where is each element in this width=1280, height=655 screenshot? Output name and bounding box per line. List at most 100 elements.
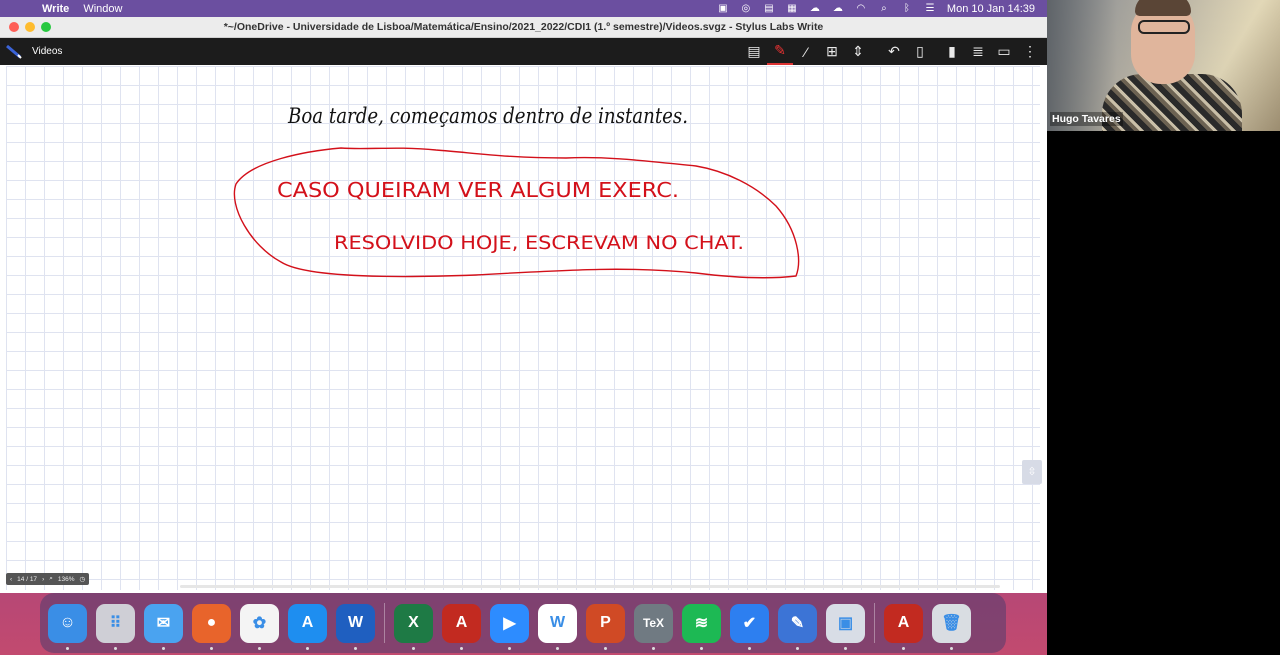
view-icon[interactable]: ▭ bbox=[991, 38, 1017, 65]
page-indicator[interactable]: 14 / 17 bbox=[17, 576, 37, 583]
tasks-icon: ✔ bbox=[742, 615, 757, 632]
dock-app-write[interactable]: W bbox=[538, 603, 577, 650]
photos-icon: ✿ bbox=[252, 615, 267, 632]
insert-space-icon[interactable]: ⇕ bbox=[845, 38, 871, 65]
status-cloud-icon[interactable]: ☁ bbox=[832, 3, 844, 14]
writing-canvas[interactable]: Boa tarde, começamos dentro de instantes… bbox=[6, 66, 1040, 590]
running-indicator bbox=[700, 646, 703, 650]
participant-name: Hugo Tavares bbox=[1050, 112, 1123, 126]
dock-app-finder[interactable]: ☺ bbox=[48, 603, 87, 650]
undo-icon[interactable]: ↶ bbox=[881, 38, 907, 65]
menu-app-name[interactable]: Write bbox=[42, 3, 69, 15]
dock-app-spotify[interactable]: ≋ bbox=[682, 603, 721, 650]
screen: Write Window ▣ ◎ ▤ ▦ ☁ ☁ ◠ ⌕ ᛒ ☰ Mon 10 … bbox=[0, 0, 1280, 655]
more-menu-icon[interactable]: ⋮ bbox=[1017, 38, 1043, 65]
pen-icon: ✎ bbox=[790, 615, 805, 632]
pen-icon bbox=[6, 44, 22, 59]
wifi-icon[interactable]: ◠ bbox=[855, 3, 867, 14]
prev-page-icon[interactable]: ‹ bbox=[10, 576, 12, 583]
status-menus: ▣ ◎ ▤ ▦ ☁ ☁ ◠ ⌕ ᛒ ☰ Mon 10 Jan 14:39 bbox=[717, 0, 1035, 17]
running-indicator bbox=[114, 646, 117, 650]
desktop: Write Window ▣ ◎ ▤ ▦ ☁ ☁ ◠ ⌕ ᛒ ☰ Mon 10 … bbox=[0, 0, 1047, 655]
finder-icon: ☺ bbox=[59, 614, 76, 631]
dock-app-tasks[interactable]: ✔ bbox=[730, 603, 769, 650]
launchpad-icon: ⠿ bbox=[109, 615, 122, 632]
dock-app-preview[interactable]: ▣ bbox=[826, 603, 865, 650]
next-page-icon[interactable]: › bbox=[42, 576, 44, 583]
save-icon[interactable]: ▤ bbox=[741, 38, 767, 65]
close-button[interactable] bbox=[9, 22, 19, 32]
dock-app-trash[interactable]: 🗑 bbox=[932, 603, 971, 650]
dock-separator bbox=[384, 603, 385, 643]
dock-app-firefox[interactable]: ● bbox=[192, 603, 231, 650]
clock-icon[interactable]: ◷ bbox=[80, 575, 86, 583]
participant-video[interactable]: Hugo Tavares bbox=[1047, 0, 1280, 131]
dock-app-word[interactable]: W bbox=[336, 603, 375, 650]
horizontal-scrollbar[interactable] bbox=[180, 585, 1000, 588]
tool-group: ▤ ✎ ⁄ ⊞ ⇕ ↶ ▯ ▮ ≣ ▭ ⋮ bbox=[741, 38, 1043, 65]
dock-app-acrobat[interactable]: A bbox=[442, 603, 481, 650]
status-calendar-icon[interactable]: ▦ bbox=[786, 3, 798, 14]
dock-app-photos[interactable]: ✿ bbox=[240, 603, 279, 650]
running-indicator bbox=[412, 646, 415, 650]
firefox-icon: ● bbox=[206, 614, 217, 631]
dock-app-app-store[interactable]: A bbox=[288, 603, 327, 650]
running-indicator bbox=[354, 646, 357, 650]
tex-icon: TeX bbox=[642, 616, 665, 630]
status-app-icon[interactable]: ▣ bbox=[717, 3, 729, 14]
dock-app-acrobat-reader[interactable]: A bbox=[884, 603, 923, 650]
status-sync-icon[interactable]: ◎ bbox=[740, 3, 752, 14]
pages-icon[interactable]: ≣ bbox=[965, 38, 991, 65]
handwriting-line-2: CASO QUEIRAM VER ALGUM EXERC. bbox=[277, 178, 679, 202]
control-center-icon[interactable]: ☰ bbox=[924, 3, 936, 14]
dock-app-powerpoint[interactable]: P bbox=[586, 603, 625, 650]
trash-icon: 🗑 bbox=[941, 615, 962, 632]
running-indicator bbox=[306, 646, 309, 650]
bluetooth-icon[interactable]: ᛒ bbox=[901, 3, 913, 14]
dock-app-excel[interactable]: X bbox=[394, 603, 433, 650]
dock-app-zoom[interactable]: ▶ bbox=[490, 603, 529, 650]
dock-app-launchpad[interactable]: ⠿ bbox=[96, 603, 135, 650]
mail-icon: ✉ bbox=[156, 615, 171, 632]
spotify-icon: ≋ bbox=[694, 615, 709, 632]
status-word-icon[interactable]: ▤ bbox=[763, 3, 775, 14]
document-tab[interactable]: Videos bbox=[6, 44, 63, 59]
dock: ☺ ⠿ ✉ ● ✿ A W X A ▶ W P TeX ≋ ✔ ✎ ▣ A 🗑 bbox=[40, 593, 1006, 653]
running-indicator bbox=[796, 646, 799, 650]
pen-tool-icon[interactable]: ✎ bbox=[767, 38, 793, 65]
window-title: *~/OneDrive - Universidade de Lisboa/Mat… bbox=[223, 21, 824, 33]
zoom-button[interactable] bbox=[41, 22, 51, 32]
eraser-icon[interactable]: ⁄ bbox=[793, 38, 819, 65]
scroll-handle-icon[interactable]: ⇳ bbox=[1022, 460, 1042, 484]
bookmark-icon[interactable]: ▮ bbox=[939, 38, 965, 65]
dock-app-tex[interactable]: TeX bbox=[634, 603, 673, 650]
acrobat-reader-icon: A bbox=[897, 614, 910, 631]
dock-app-pen[interactable]: ✎ bbox=[778, 603, 817, 650]
document-name: Videos bbox=[32, 46, 63, 57]
running-indicator bbox=[210, 646, 213, 650]
clipboard-icon[interactable]: ▯ bbox=[907, 38, 933, 65]
preview-icon: ▣ bbox=[837, 615, 854, 632]
running-indicator bbox=[748, 646, 751, 650]
status-cloud-sync-icon[interactable]: ☁ bbox=[809, 3, 821, 14]
dock-app-mail[interactable]: ✉ bbox=[144, 603, 183, 650]
zoom-icon: ▶ bbox=[503, 615, 516, 632]
running-indicator bbox=[162, 646, 165, 650]
menu-window[interactable]: Window bbox=[83, 3, 122, 15]
running-indicator bbox=[508, 646, 511, 650]
zoom-icon[interactable]: ⌕ bbox=[49, 575, 53, 583]
participant-hair bbox=[1135, 0, 1191, 16]
running-indicator bbox=[652, 646, 655, 650]
select-icon[interactable]: ⊞ bbox=[819, 38, 845, 65]
menubar-clock[interactable]: Mon 10 Jan 14:39 bbox=[947, 3, 1035, 15]
search-icon[interactable]: ⌕ bbox=[878, 3, 890, 14]
word-icon: W bbox=[347, 614, 364, 631]
running-indicator bbox=[258, 646, 261, 650]
window-controls bbox=[9, 22, 51, 32]
handwriting-line-3: RESOLVIDO HOJE, ESCREVAM NO CHAT. bbox=[334, 232, 744, 254]
zoom-level[interactable]: 136% bbox=[58, 576, 75, 583]
app-store-icon: A bbox=[301, 614, 314, 631]
status-bar: ‹ 14 / 17 › ⌕ 136% ◷ bbox=[6, 573, 90, 585]
dock-separator bbox=[874, 603, 875, 643]
minimize-button[interactable] bbox=[25, 22, 35, 32]
